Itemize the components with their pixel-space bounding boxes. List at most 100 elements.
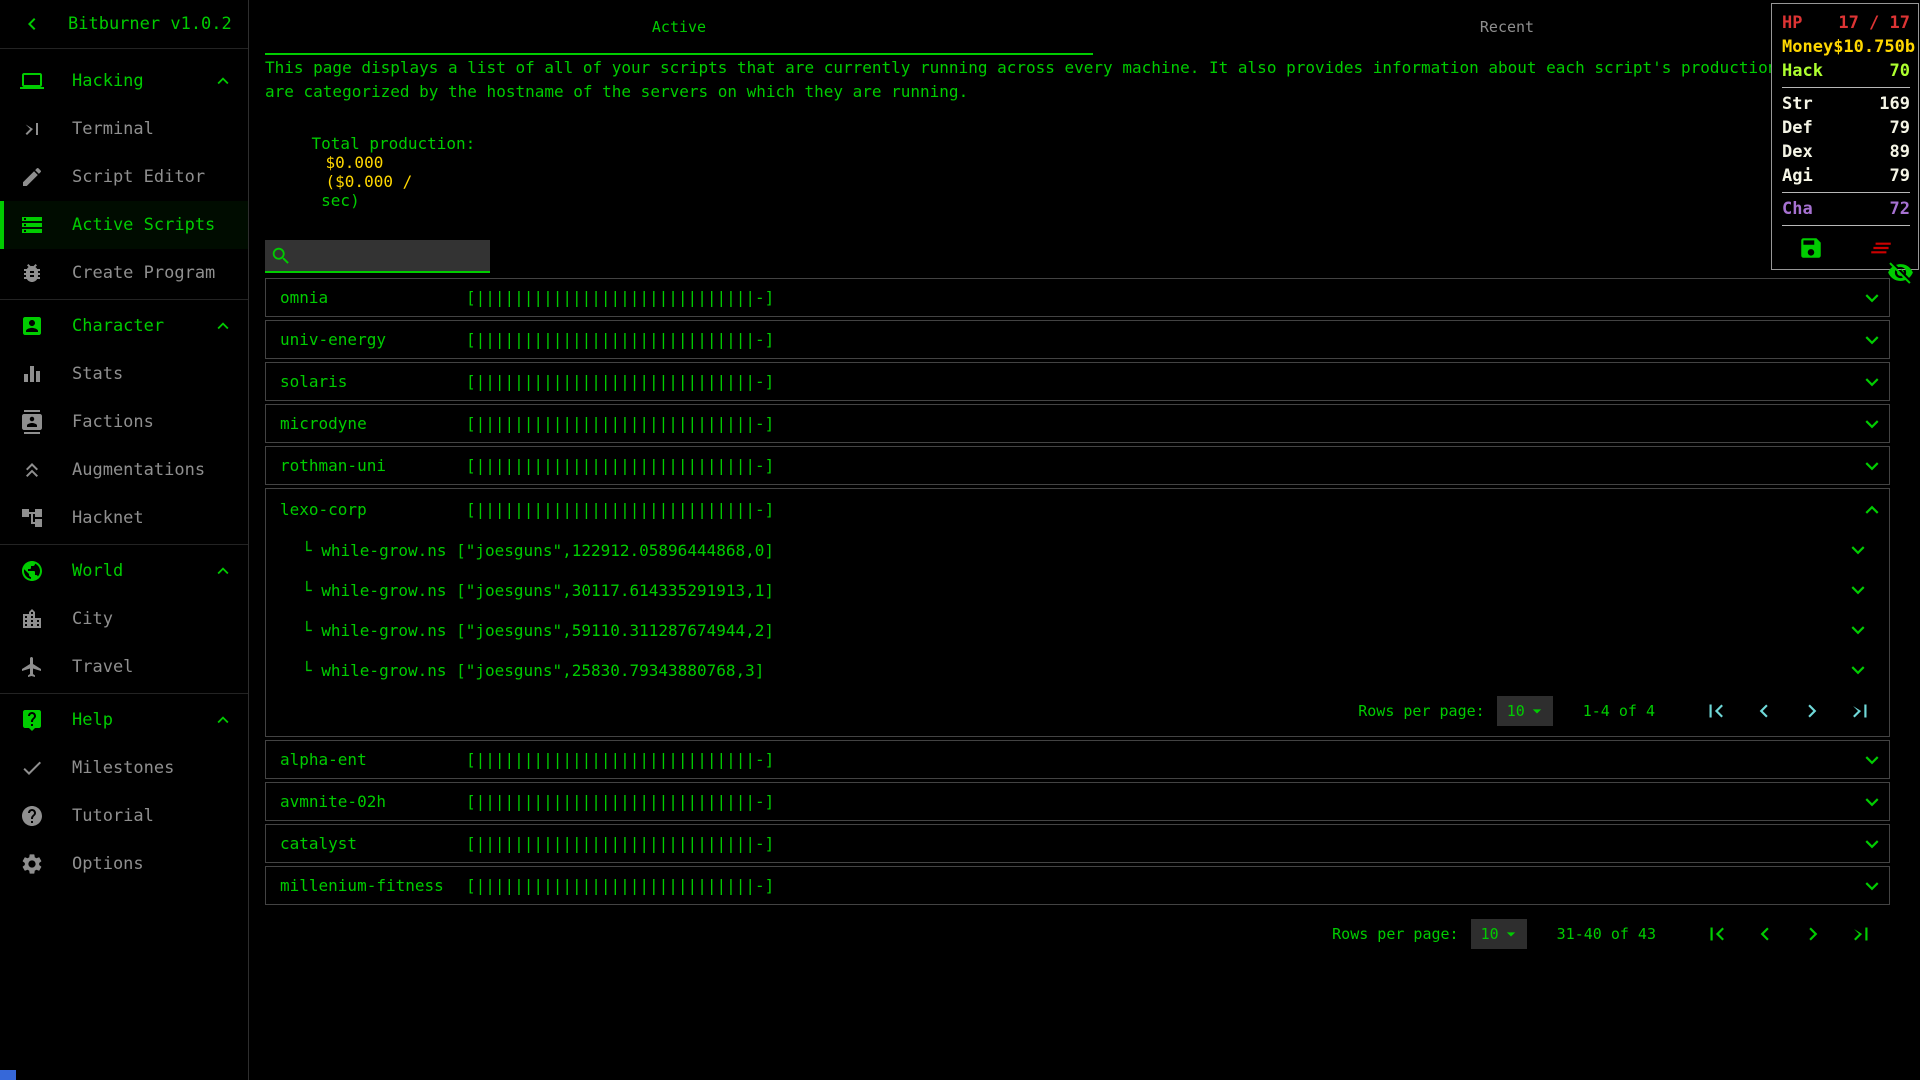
rows-per-page-select[interactable]: 10 [1470, 919, 1527, 949]
server-row-solaris[interactable]: solaris [|||||||||||||||||||||||||||||-] [265, 362, 1890, 401]
server-row-catalyst[interactable]: catalyst [|||||||||||||||||||||||||||||-… [265, 824, 1890, 863]
storage-icon [20, 213, 44, 237]
script-row[interactable]: └ while-grow.ns ["joesguns",122912.05896… [266, 530, 1889, 570]
server-row-lexo-corp[interactable]: lexo-corp [|||||||||||||||||||||||||||||… [266, 489, 1889, 530]
chevron-down-icon[interactable] [1845, 537, 1871, 563]
last-page-button[interactable] [1847, 698, 1873, 724]
agi-row: Agi 79 [1782, 164, 1910, 188]
str-row: Str 169 [1782, 92, 1910, 116]
server-accordion-lexo-corp-expanded: lexo-corp [|||||||||||||||||||||||||||||… [265, 488, 1890, 737]
chevron-up-icon [212, 315, 234, 337]
server-row-alpha-ent[interactable]: alpha-ent [|||||||||||||||||||||||||||||… [265, 740, 1890, 779]
sidebar-item-tutorial[interactable]: Tutorial [0, 792, 248, 840]
chevron-down-icon[interactable] [1859, 327, 1885, 353]
first-page-button[interactable] [1704, 921, 1730, 947]
save-game-icon[interactable] [1798, 235, 1824, 261]
chevron-down-icon[interactable] [1845, 617, 1871, 643]
dex-value: 89 [1889, 142, 1910, 162]
hack-row: Hack 70 [1782, 59, 1910, 83]
sidebar-item-milestones[interactable]: Milestones [0, 744, 248, 792]
visibility-off-icon[interactable] [1887, 259, 1914, 286]
money-value: $10.750b [1833, 37, 1916, 57]
search-input[interactable] [296, 246, 476, 265]
laptop-icon [20, 69, 44, 93]
first-page-button[interactable] [1703, 698, 1729, 724]
contacts-icon [20, 410, 44, 434]
ram-progress-bar: [|||||||||||||||||||||||||||||-] [466, 414, 775, 433]
sidebar-item-hacking[interactable]: Hacking [0, 57, 248, 105]
previous-page-button[interactable] [1751, 698, 1777, 724]
server-pagination: Rows per page: 10 31-40 of 43 [265, 913, 1890, 955]
chevron-down-icon[interactable] [1859, 873, 1885, 899]
chevron-down-icon[interactable] [1859, 831, 1885, 857]
server-row-avmnite-02h[interactable]: avmnite-02h [|||||||||||||||||||||||||||… [265, 782, 1890, 821]
server-row-microdyne[interactable]: microdyne [|||||||||||||||||||||||||||||… [265, 404, 1890, 443]
server-row-millenium-fitness[interactable]: millenium-fitness [|||||||||||||||||||||… [265, 866, 1890, 905]
rows-per-page-select[interactable]: 10 [1496, 696, 1553, 726]
last-page-button[interactable] [1848, 921, 1874, 947]
kill-scripts-icon[interactable] [1868, 235, 1894, 261]
ram-progress-bar: [|||||||||||||||||||||||||||||-] [466, 876, 775, 895]
script-row[interactable]: └ while-grow.ns ["joesguns",25830.793438… [266, 650, 1889, 690]
def-value: 79 [1889, 118, 1910, 138]
pagination-range: 31-40 of 43 [1556, 925, 1656, 943]
hp-label: HP [1782, 13, 1803, 33]
pencil-icon [20, 165, 44, 189]
script-row[interactable]: └ while-grow.ns ["joesguns",30117.614335… [266, 570, 1889, 610]
ram-progress-bar: [|||||||||||||||||||||||||||||-] [466, 456, 775, 475]
pagination-range: 1-4 of 4 [1582, 702, 1655, 720]
chevron-down-icon[interactable] [1859, 453, 1885, 479]
sidebar-item-script-editor[interactable]: Script Editor [0, 153, 248, 201]
chevron-down-icon[interactable] [1845, 657, 1871, 683]
ram-progress-bar: [|||||||||||||||||||||||||||||-] [466, 288, 775, 307]
total-production-label: Total production: [311, 134, 476, 153]
sidebar-item-factions[interactable]: Factions [0, 398, 248, 446]
script-row[interactable]: └ while-grow.ns ["joesguns",59110.311287… [266, 610, 1889, 650]
search-icon [270, 245, 292, 267]
sidebar-item-options[interactable]: Options [0, 840, 248, 888]
overview-divider [1782, 192, 1910, 193]
chevron-down-icon[interactable] [1859, 285, 1885, 311]
server-accordion-list: omnia [|||||||||||||||||||||||||||||-] u… [265, 278, 1890, 905]
sidebar-item-create-program[interactable]: Create Program [0, 249, 248, 297]
sidebar-item-travel[interactable]: Travel [0, 643, 248, 691]
chevron-down-icon[interactable] [1859, 747, 1885, 773]
sidebar-item-stats[interactable]: Stats [0, 350, 248, 398]
next-page-button[interactable] [1799, 698, 1825, 724]
chevron-down-icon[interactable] [1859, 789, 1885, 815]
ram-progress-bar: [|||||||||||||||||||||||||||||-] [466, 500, 775, 519]
next-page-button[interactable] [1800, 921, 1826, 947]
sidebar-item-help[interactable]: Help [0, 696, 248, 744]
sidebar-item-character[interactable]: Character [0, 302, 248, 350]
globe-icon [20, 559, 44, 583]
server-row-univ-energy[interactable]: univ-energy [|||||||||||||||||||||||||||… [265, 320, 1890, 359]
hack-value: 70 [1889, 61, 1910, 81]
sidebar-item-augmentations[interactable]: Augmentations [0, 446, 248, 494]
total-production: Total production: $0.000 ($0.000 / sec) [265, 115, 1920, 229]
previous-page-button[interactable] [1752, 921, 1778, 947]
sidebar-item-world[interactable]: World [0, 547, 248, 595]
chevron-up-icon[interactable] [1859, 497, 1885, 523]
sidebar-item-city[interactable]: City [0, 595, 248, 643]
corner-artifact [0, 1070, 16, 1080]
overview-divider [1782, 225, 1910, 226]
sidebar-item-terminal[interactable]: Terminal [0, 105, 248, 153]
scripts-tabbar: Active Recent [265, 0, 1920, 56]
total-production-value: $0.000 [325, 153, 384, 172]
chevron-down-icon[interactable] [1859, 369, 1885, 395]
chevron-down-icon[interactable] [1845, 577, 1871, 603]
dropdown-arrow-icon [1501, 924, 1521, 944]
money-row: Money $10.750b [1782, 35, 1915, 59]
chevron-down-icon[interactable] [1859, 411, 1885, 437]
character-overview-panel: HP 17 / 17 Money $10.750b Hack 70 Str 169 De… [1771, 3, 1919, 270]
tab-active[interactable]: Active [265, 0, 1093, 53]
gear-icon [20, 852, 44, 876]
server-row-omnia[interactable]: omnia [|||||||||||||||||||||||||||||-] [265, 278, 1890, 317]
sidebar-item-active-scripts[interactable]: Active Scripts [0, 201, 248, 249]
sidebar-divider [0, 693, 248, 694]
ram-progress-bar: [|||||||||||||||||||||||||||||-] [466, 372, 775, 391]
collapse-sidebar-icon[interactable] [20, 12, 44, 36]
def-row: Def 79 [1782, 116, 1910, 140]
sidebar-item-hacknet[interactable]: Hacknet [0, 494, 248, 542]
server-row-rothman-uni[interactable]: rothman-uni [|||||||||||||||||||||||||||… [265, 446, 1890, 485]
